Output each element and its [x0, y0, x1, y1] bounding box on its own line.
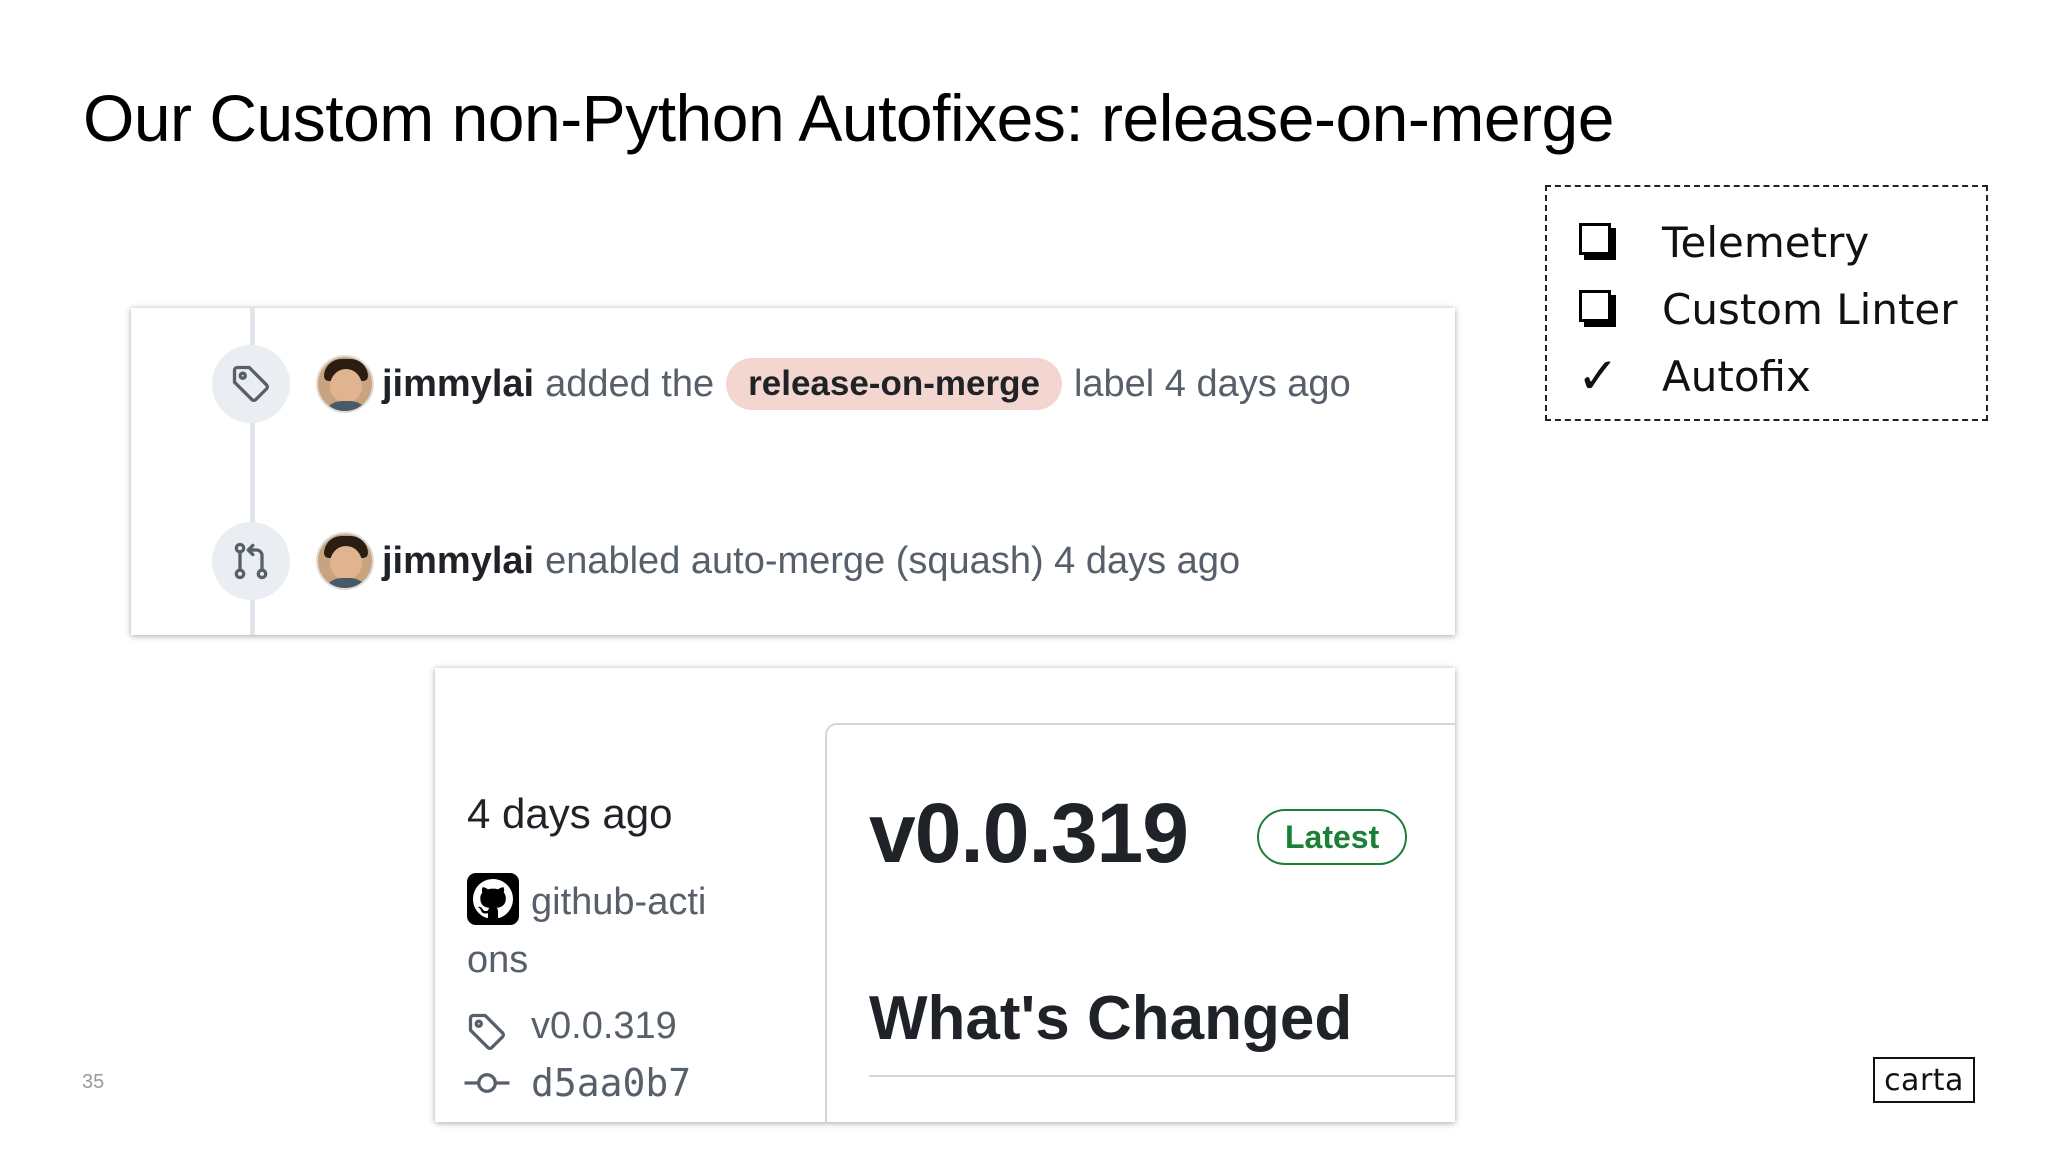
- tag-icon: [465, 1010, 509, 1059]
- release-card: 4 days ago github-acti ons v0.0.319 d5aa…: [435, 668, 1455, 1122]
- checklist-item-custom-linter: Custom Linter: [1577, 279, 1958, 339]
- carta-logo: carta: [1873, 1057, 1975, 1103]
- git-pull-request-icon: [212, 522, 290, 600]
- divider: [869, 1075, 1455, 1077]
- release-panel: v0.0.319 Latest What's Changed: [825, 723, 1455, 1122]
- event-suffix-text: label 4 days ago: [1073, 362, 1351, 405]
- timeline-card: jimmylai added the release-on-merge labe…: [131, 308, 1455, 635]
- avatar[interactable]: [316, 355, 374, 413]
- checklist-item-label: Custom Linter: [1662, 284, 1958, 334]
- timeline-event-label-added: jimmylai added the release-on-merge labe…: [212, 344, 1351, 424]
- git-commit-icon: [463, 1068, 511, 1103]
- checklist-box: Telemetry Custom Linter ✓ Autofix: [1545, 185, 1988, 421]
- event-action-text: enabled auto-merge (squash) 4 days ago: [545, 539, 1241, 582]
- user-link[interactable]: jimmylai: [382, 363, 534, 406]
- whats-changed-heading: What's Changed: [869, 984, 1353, 1053]
- unchecked-box-icon: [1579, 223, 1611, 255]
- author-line-1: github-acti: [531, 881, 707, 923]
- event-action-text: added the: [545, 362, 715, 405]
- latest-badge: Latest: [1257, 809, 1408, 865]
- release-tag-link[interactable]: v0.0.319: [531, 1005, 677, 1048]
- checklist-item-label: Autofix: [1662, 351, 1811, 401]
- timeline-event-auto-merge: jimmylai enabled auto-merge (squash) 4 d…: [212, 521, 1240, 601]
- checklist-item-autofix: ✓ Autofix: [1577, 346, 1811, 406]
- checklist-item-telemetry: Telemetry: [1577, 212, 1869, 272]
- tag-icon: [212, 345, 290, 423]
- slide-title: Our Custom non-Python Autofixes: release…: [83, 81, 1614, 155]
- author-line-2: ons: [467, 939, 529, 981]
- commit-sha-link[interactable]: d5aa0b7: [531, 1061, 691, 1105]
- avatar[interactable]: [316, 532, 374, 590]
- release-author[interactable]: github-acti ons: [467, 873, 727, 989]
- unchecked-box-icon: [1579, 290, 1611, 322]
- user-link[interactable]: jimmylai: [382, 540, 534, 583]
- checkmark-icon: ✓: [1577, 347, 1619, 405]
- release-date: 4 days ago: [467, 790, 673, 837]
- page-number: 35: [82, 1071, 105, 1093]
- release-version-title[interactable]: v0.0.319: [869, 785, 1189, 882]
- release-on-merge-label[interactable]: release-on-merge: [726, 358, 1062, 410]
- checklist-item-label: Telemetry: [1662, 217, 1870, 267]
